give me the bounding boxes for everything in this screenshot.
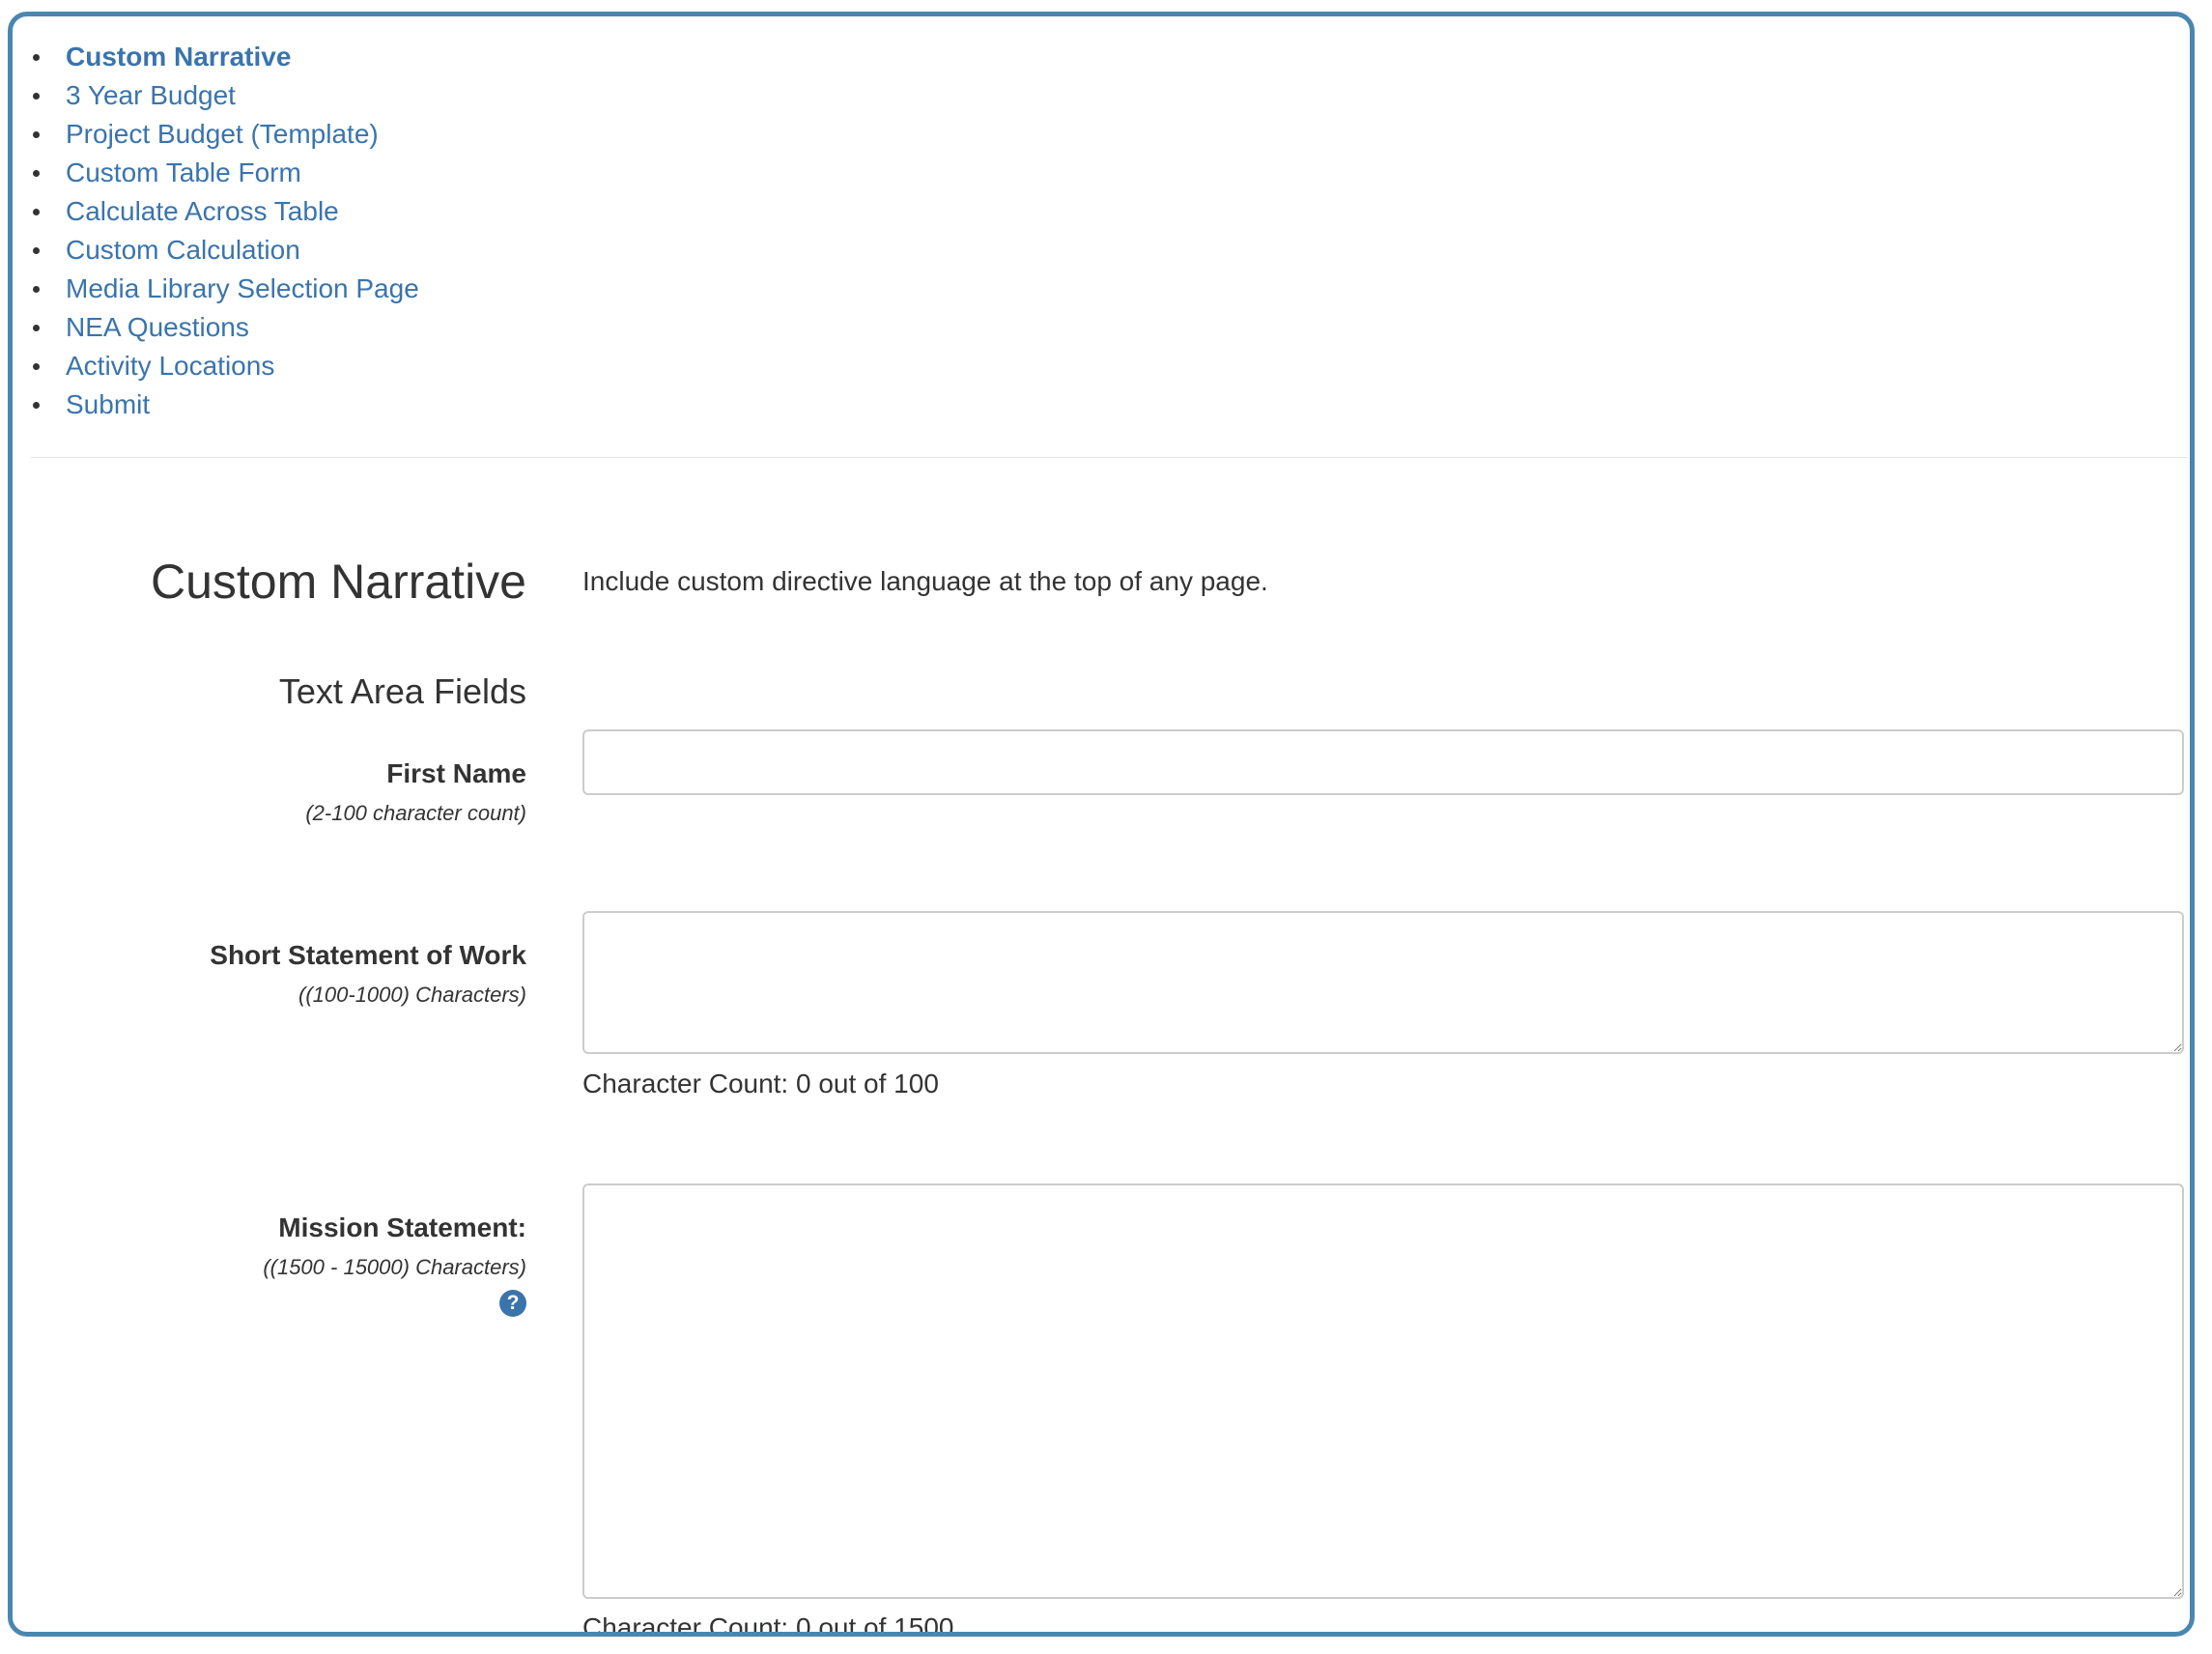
section-divider [30, 457, 2188, 458]
statement-of-work-hint: ((100-1000) Characters) [298, 983, 526, 1007]
nav-link-project-budget[interactable]: Project Budget (Template) [66, 119, 379, 149]
nav-link-nea-questions[interactable]: NEA Questions [66, 312, 249, 342]
first-name-label: First Name [386, 758, 526, 788]
nav-link-custom-table-form[interactable]: Custom Table Form [66, 157, 301, 187]
nav-item-nea-questions: NEA Questions [13, 308, 419, 347]
nav-item-project-budget: Project Budget (Template) [13, 115, 419, 154]
page-title: Custom Narrative [151, 555, 526, 609]
mission-statement-textarea[interactable] [582, 1183, 2184, 1599]
nav-link-activity-locations[interactable]: Activity Locations [66, 351, 274, 381]
nav-link-media-library[interactable]: Media Library Selection Page [66, 273, 419, 303]
nav-link-custom-narrative[interactable]: Custom Narrative [66, 42, 291, 71]
nav-link-calculate-across-table[interactable]: Calculate Across Table [66, 196, 339, 226]
nav-link-3-year-budget[interactable]: 3 Year Budget [66, 80, 236, 110]
question-circle-icon[interactable]: ? [499, 1290, 526, 1317]
nav-item-custom-calculation: Custom Calculation [13, 231, 419, 270]
statement-of-work-textarea[interactable] [582, 911, 2184, 1054]
mission-statement-char-count: Character Count: 0 out of 1500 [582, 1612, 954, 1637]
page-description: Include custom directive language at the… [582, 566, 1268, 596]
nav-link-custom-calculation[interactable]: Custom Calculation [66, 235, 300, 265]
nav-link-submit[interactable]: Submit [66, 389, 150, 419]
nav-item-submit: Submit [13, 385, 419, 424]
page-navigation: Custom Narrative 3 Year Budget Project B… [13, 38, 419, 424]
nav-item-3-year-budget: 3 Year Budget [13, 76, 419, 115]
nav-item-calculate-across-table: Calculate Across Table [13, 192, 419, 231]
nav-item-activity-locations: Activity Locations [13, 347, 419, 385]
page-frame: Custom Narrative 3 Year Budget Project B… [8, 12, 2195, 1637]
first-name-hint: (2-100 character count) [305, 801, 526, 825]
nav-item-media-library: Media Library Selection Page [13, 270, 419, 308]
mission-statement-label: Mission Statement: [278, 1212, 526, 1242]
nav-item-custom-narrative: Custom Narrative [13, 38, 419, 76]
statement-of-work-label: Short Statement of Work [210, 940, 526, 970]
section-title: Text Area Fields [278, 671, 526, 711]
first-name-input[interactable] [582, 729, 2184, 795]
nav-item-custom-table-form: Custom Table Form [13, 154, 419, 192]
statement-of-work-char-count: Character Count: 0 out of 100 [582, 1069, 939, 1098]
mission-statement-hint: ((1500 - 15000) Characters) [263, 1255, 526, 1279]
